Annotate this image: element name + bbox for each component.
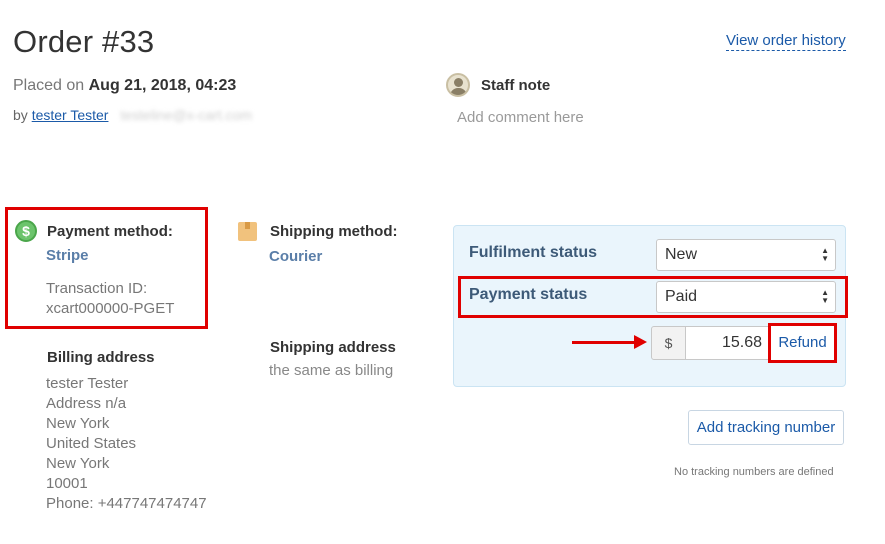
- shipping-address-title: Shipping address: [270, 339, 396, 356]
- annotation-arrow-icon: [572, 341, 636, 344]
- billing-line: New York: [46, 455, 110, 472]
- billing-line: tester Tester: [46, 375, 129, 392]
- customer-email: testeline@x-cart.com: [120, 107, 253, 123]
- staff-note-title: Staff note: [481, 77, 551, 94]
- dollar-icon: $: [15, 220, 37, 242]
- staff-note-input[interactable]: Add comment here: [457, 109, 584, 126]
- billing-line: New York: [46, 415, 110, 432]
- customer-name-link[interactable]: tester Tester: [32, 107, 109, 123]
- payment-method-value: Stripe: [46, 247, 89, 264]
- payment-status-select[interactable]: Paid ▲ ▼: [656, 281, 836, 313]
- shipping-method-value: Courier: [269, 248, 323, 265]
- page-title: Order #33: [13, 24, 155, 59]
- customer-info: by tester Tester testeline@x-cart.com: [13, 107, 252, 123]
- billing-address-title: Billing address: [47, 349, 155, 366]
- by-prefix: by: [13, 107, 28, 123]
- placed-info: Placed on Aug 21, 2018, 04:23: [13, 77, 236, 95]
- transaction-id-label: Transaction ID:: [46, 280, 148, 297]
- billing-line: United States: [46, 435, 137, 452]
- staff-avatar-icon: [446, 73, 470, 97]
- no-tracking-text: No tracking numbers are defined: [674, 466, 834, 478]
- box-icon: [238, 222, 257, 241]
- payment-status-value: Paid: [665, 288, 698, 305]
- fulfilment-status-value: New: [665, 246, 698, 263]
- select-arrows-icon: ▲ ▼: [821, 288, 829, 305]
- add-tracking-number-button[interactable]: Add tracking number: [688, 410, 844, 445]
- payment-status-label: Payment status: [469, 286, 588, 303]
- fulfilment-status-label: Fulfilment status: [469, 244, 598, 261]
- annotation-arrowhead-icon: [634, 335, 647, 349]
- payment-method-label: Payment method:: [47, 223, 173, 240]
- placed-date: Aug 21, 2018, 04:23: [88, 77, 237, 94]
- refund-amount-input[interactable]: 15.68: [685, 326, 769, 360]
- fulfilment-status-select[interactable]: New ▲ ▼: [656, 239, 836, 271]
- shipping-address-value: the same as billing: [269, 362, 394, 379]
- billing-line: Phone: +447747474747: [46, 495, 207, 512]
- billing-address-lines: tester Tester Address n/a New York Unite…: [46, 374, 207, 514]
- select-arrows-icon: ▲ ▼: [821, 246, 829, 263]
- shipping-method-label: Shipping method:: [270, 223, 398, 240]
- view-order-history-link[interactable]: View order history: [726, 32, 846, 51]
- transaction-id-value: xcart000000-PGET: [46, 300, 175, 317]
- currency-symbol: $: [651, 326, 686, 360]
- placed-prefix: Placed on: [13, 77, 85, 94]
- billing-line: Address n/a: [46, 395, 127, 412]
- billing-line: 10001: [46, 475, 88, 492]
- refund-button[interactable]: Refund: [771, 326, 834, 360]
